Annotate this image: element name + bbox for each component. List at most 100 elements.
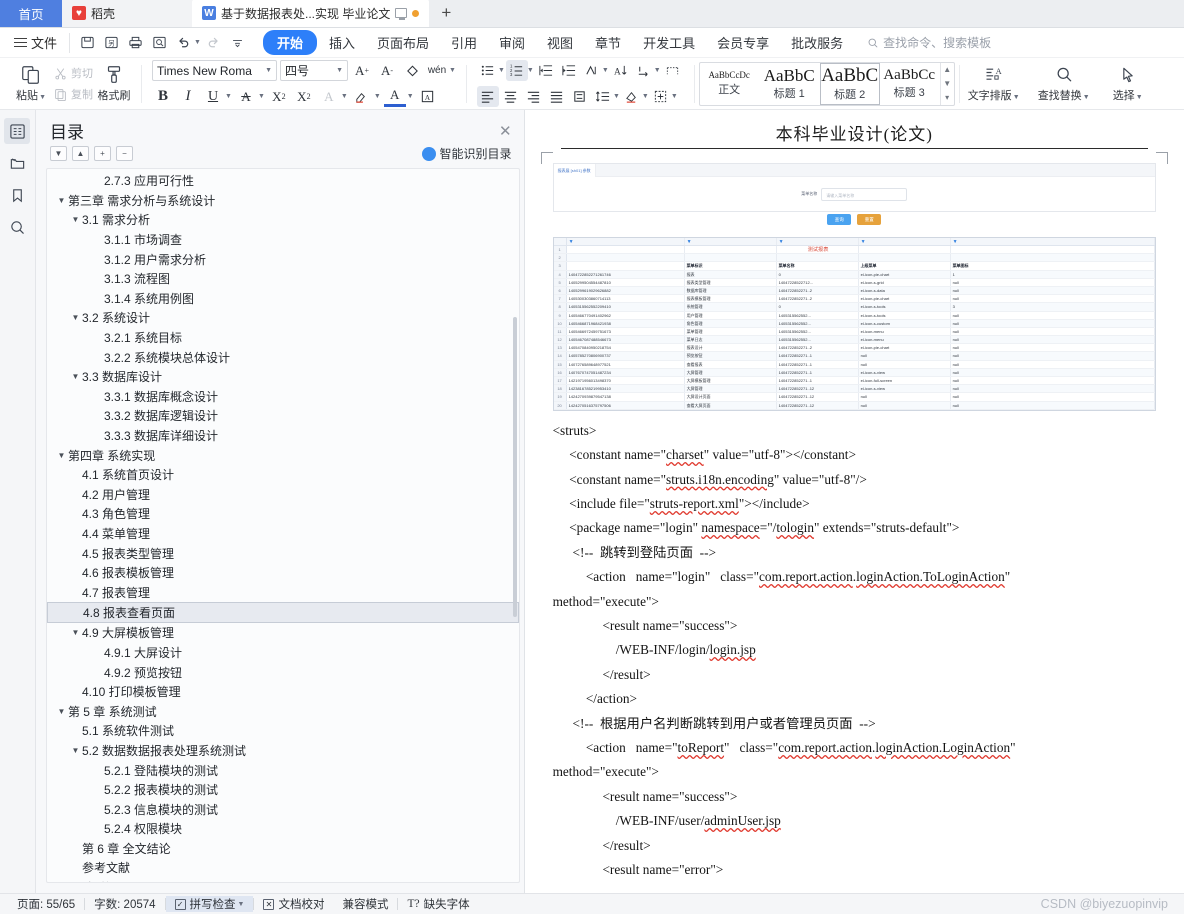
tab-home[interactable]: 首页 xyxy=(0,0,62,27)
justify-icon[interactable] xyxy=(546,86,568,107)
shading-icon[interactable] xyxy=(621,86,643,107)
command-search[interactable]: 查找命令、搜索模板 xyxy=(867,34,991,51)
underline-caret-icon[interactable]: ▼ xyxy=(225,93,232,100)
numbering-icon[interactable]: 123 xyxy=(505,60,528,81)
document-code-block[interactable]: <struts> <constant name="charset" value=… xyxy=(553,411,1156,883)
ribbon-tab-page-layout[interactable]: 页面布局 xyxy=(367,30,439,55)
show-marks-caret-icon[interactable]: ▼ xyxy=(654,67,661,74)
pinyin-guide-icon[interactable]: wén xyxy=(426,60,448,81)
bullets-icon[interactable] xyxy=(477,60,499,81)
toc-scrollbar[interactable] xyxy=(512,317,517,617)
print-preview-icon[interactable] xyxy=(148,32,170,54)
pinyin-caret-icon[interactable]: ▼ xyxy=(449,67,456,74)
toc-item[interactable]: 4.10 打印模板管理 xyxy=(47,682,519,702)
missing-font-button[interactable]: T? 缺失字体 xyxy=(398,896,478,912)
tab-document[interactable]: W 基于数据报表处...实现 毕业论文 xyxy=(192,0,430,27)
select-button[interactable]: 选择 ▼ xyxy=(1100,65,1156,103)
font-color-caret-icon[interactable]: ▼ xyxy=(407,93,414,100)
superscript-icon[interactable]: X2 xyxy=(268,86,290,107)
format-painter-button[interactable]: 格式刷 xyxy=(93,64,135,103)
collapse-down-icon[interactable]: ▼ xyxy=(49,146,67,161)
proofread-button[interactable]: ✕ 文档校对 xyxy=(254,896,333,912)
strikethrough-icon[interactable]: A xyxy=(235,86,257,107)
page-indicator[interactable]: 页面: 55/65 xyxy=(8,896,84,912)
toc-item[interactable]: 3.1.2 用户需求分析 xyxy=(47,249,519,269)
toc-item[interactable]: 3.1.4 系统用例图 xyxy=(47,289,519,309)
toc-list[interactable]: 2.7.3 应用可行性 ▼ 第三章 需求分析与系统设计 ▼ 3.1 需求分析 3.1.1 … xyxy=(45,168,520,883)
cast-screen-icon[interactable] xyxy=(395,8,408,20)
line-spacing-icon[interactable] xyxy=(592,86,614,107)
align-right-icon[interactable] xyxy=(523,86,545,107)
collapse-all-icon[interactable]: − xyxy=(115,146,133,161)
toc-item[interactable]: 4.8 报表查看页面 xyxy=(46,602,519,624)
show-marks-icon[interactable] xyxy=(633,60,655,81)
borders-caret-icon[interactable]: ▼ xyxy=(671,93,678,100)
styles-scroll-up-icon[interactable]: ▲ xyxy=(943,65,951,74)
toc-item[interactable]: 3.1.1 市场调查 xyxy=(47,230,519,250)
font-size-select[interactable]: 四号 ▼ xyxy=(280,60,348,81)
distribute-icon[interactable] xyxy=(569,86,591,107)
chevron-down-icon[interactable]: ▼ xyxy=(69,215,82,224)
document-area[interactable]: 本科毕业设计(论文) 报表展 [sh01] 参数 菜单名称 请输入菜单名称 查询… xyxy=(524,110,1184,893)
numbering-caret-icon[interactable]: ▼ xyxy=(527,67,534,74)
chevron-down-icon[interactable]: ▼ xyxy=(69,313,82,322)
toc-item[interactable]: ▼ 第三章 需求分析与系统设计 xyxy=(47,191,519,211)
character-shading-icon[interactable]: A xyxy=(417,86,439,107)
increase-indent-icon[interactable] xyxy=(558,60,580,81)
outline-panel-icon[interactable] xyxy=(4,118,31,144)
file-menu-button[interactable]: 文件 xyxy=(8,33,63,52)
save-icon[interactable] xyxy=(76,32,98,54)
subscript-icon[interactable]: X2 xyxy=(293,86,315,107)
font-color-icon[interactable]: A xyxy=(383,86,406,107)
customize-qat-icon[interactable] xyxy=(227,32,249,54)
toc-item[interactable]: 4.1 系统首页设计 xyxy=(47,465,519,485)
ribbon-tab-review[interactable]: 审阅 xyxy=(489,30,535,55)
undo-caret-icon[interactable]: ▼ xyxy=(194,39,201,46)
save-as-icon[interactable]: 另 xyxy=(100,32,122,54)
multilevel-list-icon[interactable] xyxy=(581,60,603,81)
word-count-indicator[interactable]: 字数: 20574 xyxy=(85,896,164,912)
chevron-down-icon[interactable]: ▼ xyxy=(69,372,82,381)
cut-button[interactable]: 剪切 xyxy=(54,65,93,81)
clear-format-icon[interactable] xyxy=(401,60,423,81)
spellcheck-button[interactable]: ✓ 拼写检查 ▼ xyxy=(165,896,254,912)
toc-item[interactable]: ▼ 第四章 系统实现 xyxy=(47,445,519,465)
toc-item[interactable]: 4.7 报表管理 xyxy=(47,582,519,602)
decrease-indent-icon[interactable] xyxy=(535,60,557,81)
toc-item[interactable]: 5.2.2 报表模块的测试 xyxy=(47,780,519,800)
chevron-down-icon[interactable]: ▼ xyxy=(69,628,82,637)
ribbon-tab-insert[interactable]: 插入 xyxy=(319,30,365,55)
toc-item[interactable]: 4.9.1 大屏设计 xyxy=(47,643,519,663)
spellcheck-caret-icon[interactable]: ▼ xyxy=(238,901,245,908)
align-center-icon[interactable] xyxy=(500,86,522,107)
toc-item[interactable]: 3.3.1 数据库概念设计 xyxy=(47,387,519,407)
chevron-down-icon[interactable]: ▼ xyxy=(55,707,68,716)
toc-item[interactable]: 3.1.3 流程图 xyxy=(47,269,519,289)
toc-item[interactable]: ▼ 第 5 章 系统测试 xyxy=(47,701,519,721)
toc-item[interactable]: 5.1 系统软件测试 xyxy=(47,721,519,741)
toc-item[interactable]: 2.7.3 应用可行性 xyxy=(47,171,519,191)
ribbon-tab-proofreading-service[interactable]: 批改服务 xyxy=(781,30,853,55)
toc-item[interactable]: 第 6 章 全文结论 xyxy=(47,839,519,859)
toc-item[interactable]: 3.3.3 数据库详细设计 xyxy=(47,426,519,446)
styles-expand-icon[interactable]: ▾ xyxy=(945,93,949,102)
toc-item[interactable]: 3.2.2 系统模块总体设计 xyxy=(47,347,519,367)
toc-item[interactable]: 4.4 菜单管理 xyxy=(47,524,519,544)
character-border-caret-icon[interactable]: ▼ xyxy=(341,93,348,100)
expand-all-icon[interactable]: + xyxy=(93,146,111,161)
grow-font-icon[interactable]: A + xyxy=(351,60,373,81)
text-layout-button[interactable]: A 文字排版 ▼ xyxy=(960,65,1028,103)
folder-panel-icon[interactable] xyxy=(4,150,30,176)
toc-item[interactable]: 4.5 报表类型管理 xyxy=(47,543,519,563)
align-left-icon[interactable] xyxy=(476,86,499,107)
tab-docer[interactable]: ♥ 稻壳 xyxy=(62,0,192,27)
italic-icon[interactable]: I xyxy=(177,86,199,107)
smart-recognize-button[interactable]: 智能识别目录 xyxy=(421,145,512,162)
toc-item[interactable]: 4.2 用户管理 xyxy=(47,485,519,505)
shrink-font-icon[interactable]: A- xyxy=(376,60,398,81)
ribbon-tab-view[interactable]: 视图 xyxy=(537,30,583,55)
bullets-caret-icon[interactable]: ▼ xyxy=(498,67,505,74)
highlight-icon[interactable] xyxy=(351,86,373,107)
toc-item[interactable]: 5.2.4 权限模块 xyxy=(47,819,519,839)
style-card-heading-2[interactable]: AaBbC 标题 2 xyxy=(819,62,880,105)
